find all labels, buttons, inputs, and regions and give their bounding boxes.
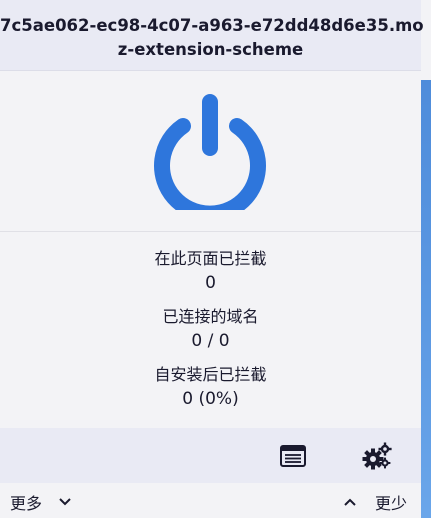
blocked-since-install-label: 自安装后已拦截 — [154, 365, 267, 384]
more-button[interactable]: 更多 — [10, 491, 72, 513]
open-dashboard-button[interactable] — [359, 440, 395, 472]
more-label: 更多 — [10, 494, 43, 513]
domains-connected-label: 已连接的域名 — [162, 307, 259, 326]
blocked-on-page-value: 0 — [205, 273, 216, 293]
divider — [0, 231, 421, 232]
stats-panel: 在此页面已拦截 0 已连接的域名 0 / 0 自安装后已拦截 0 (0%) — [0, 247, 421, 421]
gears-icon — [362, 442, 392, 470]
popup-footer: 更多 更少 — [0, 483, 421, 518]
blocked-since-install-value: 0 (0%) — [182, 389, 239, 409]
logger-icon — [280, 445, 306, 467]
background-window-edge — [421, 0, 431, 518]
domains-connected-value: 0 / 0 — [191, 331, 230, 351]
hostname-header: 7c5ae062-ec98-4c07-a963-e72dd48d6e35.mo … — [0, 0, 424, 71]
power-icon — [154, 94, 266, 222]
popup-toolbar — [0, 428, 421, 483]
hostname-line-2: z-extension-scheme — [117, 40, 304, 59]
less-button[interactable]: 更少 — [343, 491, 407, 513]
blocked-on-page-label: 在此页面已拦截 — [154, 249, 267, 268]
chevron-down-icon — [59, 498, 71, 506]
less-label: 更少 — [374, 494, 407, 513]
background-window-edge-light — [421, 0, 431, 80]
open-logger-button[interactable] — [275, 440, 311, 472]
power-switch[interactable] — [148, 86, 272, 222]
chevron-up-icon — [344, 498, 356, 506]
ublock-popup: 7c5ae062-ec98-4c07-a963-e72dd48d6e35.mo … — [0, 0, 424, 518]
hostname-line-1: 7c5ae062-ec98-4c07-a963-e72dd48d6e35.mo — [0, 16, 424, 35]
